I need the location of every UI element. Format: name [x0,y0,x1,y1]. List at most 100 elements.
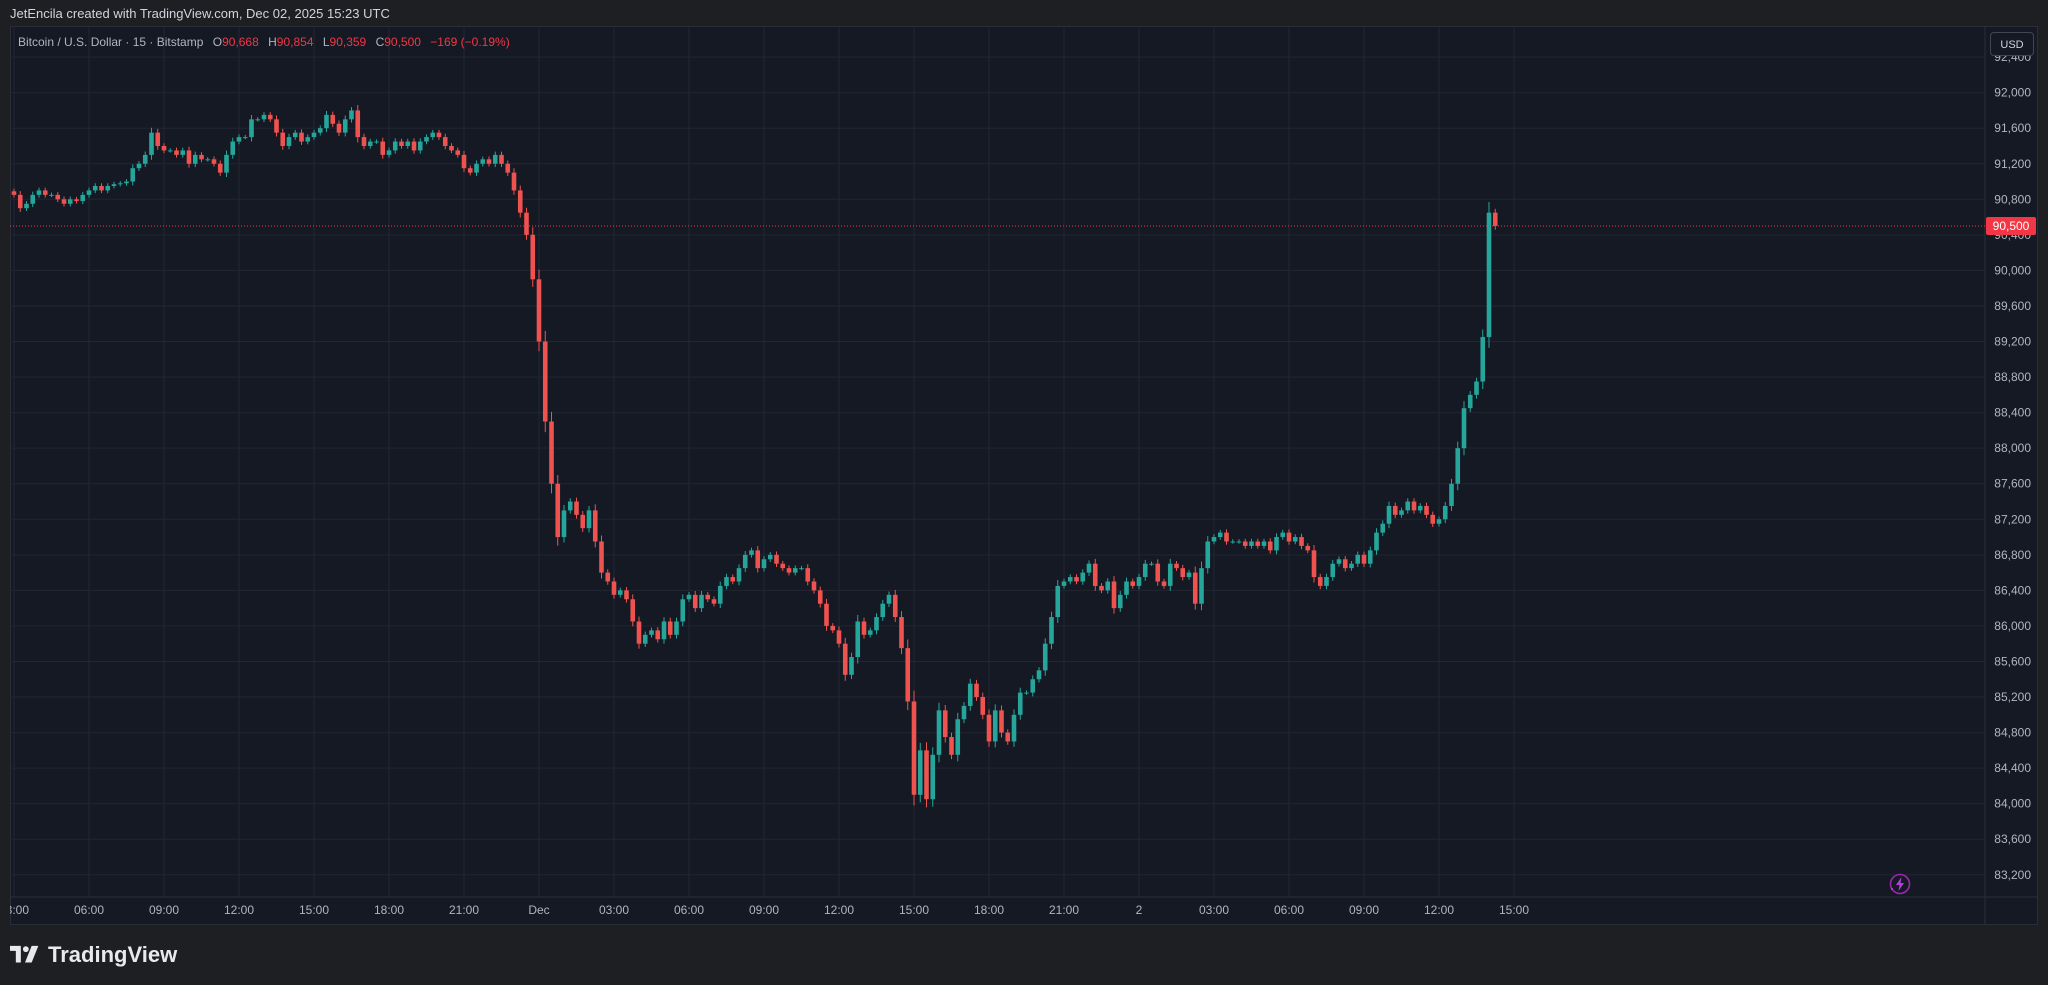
candle [799,565,804,571]
candle-body [1142,563,1148,578]
candle-body [530,234,536,280]
candle [667,617,673,639]
candle-body [736,568,742,582]
candle [30,191,36,208]
candle [36,187,42,198]
candle [599,535,604,579]
high-label: H [268,35,277,49]
candle-body [936,710,942,755]
candle [605,569,611,585]
candle [742,550,748,572]
candle-body [1167,563,1173,586]
candle-body [1024,692,1029,694]
candle-body [1017,692,1023,715]
candle [24,200,29,211]
candle [1286,529,1292,545]
candle-body [405,141,411,146]
close-label: C [375,35,385,49]
candle-body [111,184,117,186]
candle [905,639,911,711]
candle-body [511,172,517,191]
candle [461,151,467,173]
candle [786,565,792,576]
y-tick-label: 90,800 [1994,192,2031,206]
candle [886,591,892,607]
candle [1199,561,1204,611]
candle-body [1049,617,1054,644]
x-tick-label: 12:00 [824,903,854,917]
candle [305,134,311,145]
candle-body [836,630,842,644]
candle [511,168,517,195]
candle-body [492,154,498,164]
candle [142,151,148,168]
candle [936,702,942,763]
candle-body [586,510,592,529]
candle-body [867,630,873,635]
candle-body [1449,483,1454,506]
candle-body [855,621,861,658]
candle-body [242,137,248,139]
candle-body [986,714,992,742]
brand[interactable]: TradingView [10,940,177,970]
candle [580,511,586,532]
candle [224,150,229,178]
candle [230,137,236,159]
candle-body [592,510,598,542]
symbol-label[interactable]: Bitcoin / U.S. Dollar · 15 · Bitstamp [18,35,203,49]
candle [1167,558,1173,591]
candle-body [1336,559,1342,564]
candle-body [336,123,342,133]
candle [149,127,154,160]
candle-body [517,190,523,213]
candle-body [1099,585,1104,591]
candle [374,139,379,144]
candle [392,138,398,154]
candle [899,611,904,655]
candle-body [817,590,823,604]
y-tick-label: 88,000 [1994,441,2031,455]
candle-body [1130,581,1136,586]
candle-body [1317,577,1323,586]
candle-body [1417,505,1423,511]
candle [61,196,67,207]
currency-selector[interactable]: USD [1990,32,2034,56]
candle-body [974,683,979,698]
candle-body [1361,554,1367,564]
candle-body [411,141,417,151]
candle [1211,534,1217,545]
lightning-icon[interactable] [1888,872,1912,896]
y-tick-label: 89,200 [1994,335,2031,349]
candle [1405,498,1411,514]
candle-body [1392,505,1398,515]
candle-body [686,594,692,600]
x-tick-label: 06:00 [74,903,104,917]
candle [1399,507,1404,518]
y-tick-label: 86,800 [1994,548,2031,562]
candle [1105,578,1111,594]
candle [1486,201,1492,348]
candle-body [436,132,442,138]
candle-body [574,501,579,515]
candle-body [617,590,623,595]
candle-body [1274,537,1279,551]
candle [130,164,136,186]
candle [611,577,617,599]
candle [1274,533,1279,555]
candle-body [499,154,504,164]
candle [705,592,711,603]
candle-body [1305,545,1311,551]
candle-body [899,617,904,649]
candlestick-chart[interactable]: 83,200 83,600 84,000 84,400 84,800 85,200 85,6… [10,26,2038,925]
candle [892,589,898,622]
candle-body [205,159,211,161]
candle-body [1386,505,1392,524]
candle [1061,578,1067,589]
candle [186,146,192,168]
candle [105,183,111,194]
tradingview-logo-icon [10,945,39,963]
candle-body [367,141,373,146]
candle-body [630,599,636,622]
candle-body [542,341,548,422]
candle-body [311,132,317,138]
